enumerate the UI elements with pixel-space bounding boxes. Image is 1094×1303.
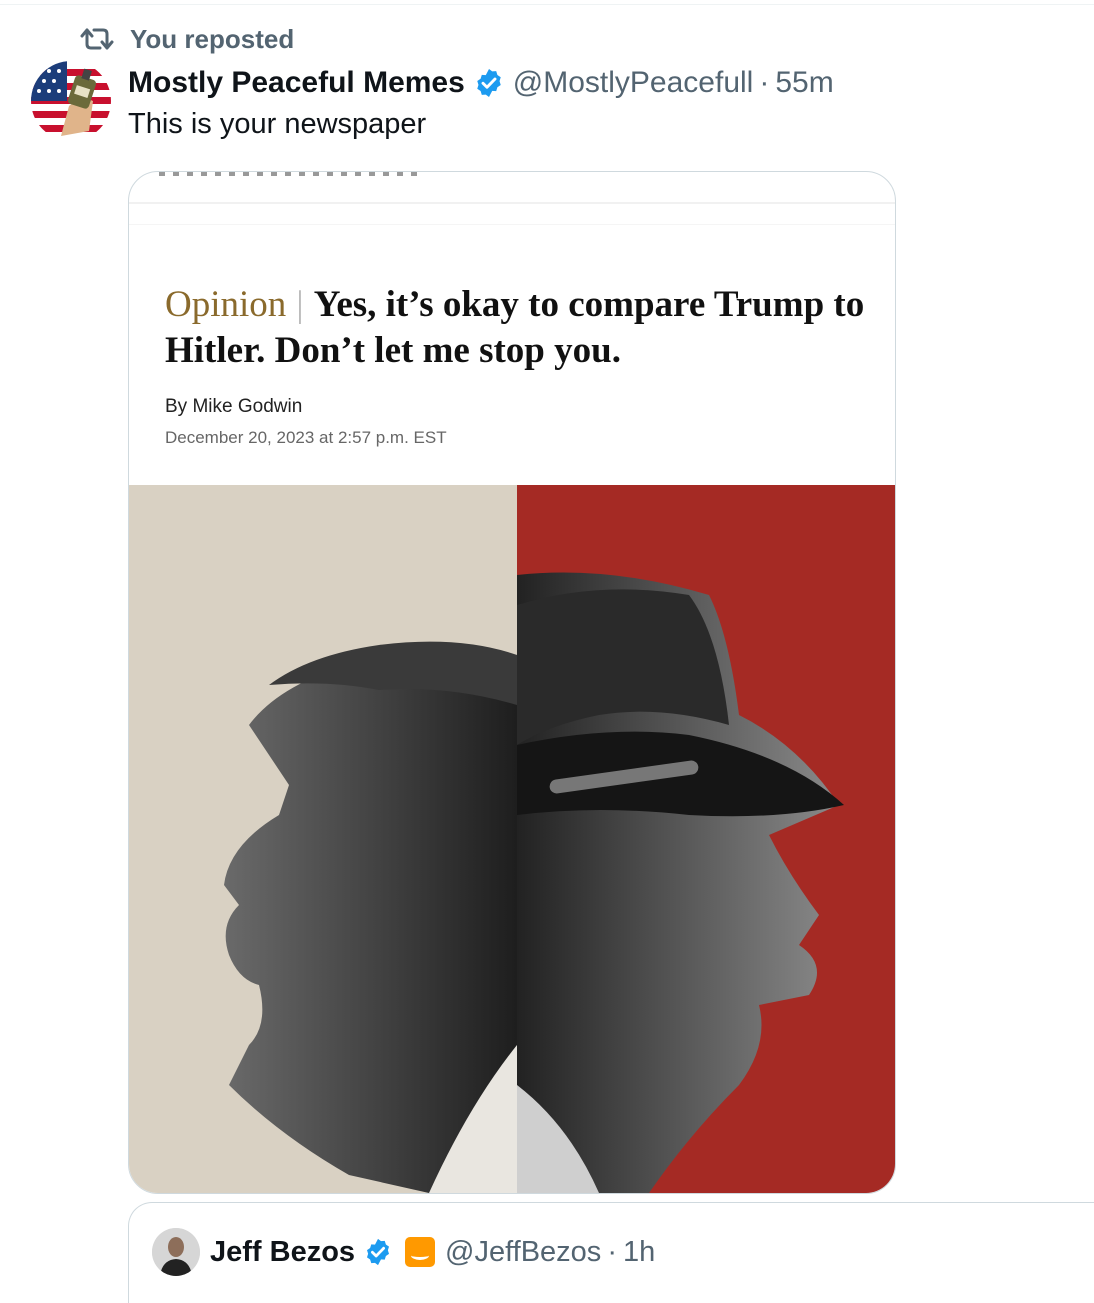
quoted-tweet-header: Jeff Bezos @JeffBezos · 1h [210,1232,655,1272]
tweet-timestamp[interactable]: 55m [775,66,833,100]
meta-separator: · [607,1235,617,1268]
article-date: December 20, 2023 at 2:57 p.m. EST [165,428,447,447]
repost-icon [80,28,114,50]
tweet-header: Mostly Peaceful Memes @MostlyPeacefull ·… [128,62,834,104]
tweet-media-image[interactable]: Opinion | Yes, it’s okay to compare Trump … [128,171,896,1194]
kicker-divider: | [296,284,304,325]
meta-separator: · [759,66,770,99]
verified-badge-icon[interactable] [363,1237,393,1267]
amazon-badge-icon[interactable] [405,1237,436,1267]
repost-context[interactable]: You reposted [80,22,294,56]
article-rule [129,202,895,204]
verified-badge-icon[interactable] [473,67,505,99]
quoted-display-name[interactable]: Jeff Bezos [210,1236,355,1269]
quoted-avatar[interactable] [152,1228,200,1276]
quoted-avatar-image [152,1228,200,1276]
repost-label: You reposted [130,23,295,54]
quoted-handle[interactable]: @JeffBezos [445,1236,601,1269]
author-display-name[interactable]: Mostly Peaceful Memes [128,66,465,100]
article-headline: Opinion | Yes, it’s okay to compare Trump … [165,282,875,374]
article-rule [129,224,895,225]
quoted-timestamp[interactable]: 1h [623,1236,655,1269]
author-handle[interactable]: @MostlyPeacefull [513,66,754,100]
article-kicker: Opinion [165,284,287,325]
tweet-text: This is your newspaper [128,108,427,140]
avatar[interactable] [31,61,111,141]
article-illustration [129,485,895,1193]
divider-line [0,4,1094,5]
cropped-text-strip [159,172,419,176]
avatar-image [31,61,111,141]
article-byline: By Mike Godwin [165,396,303,417]
